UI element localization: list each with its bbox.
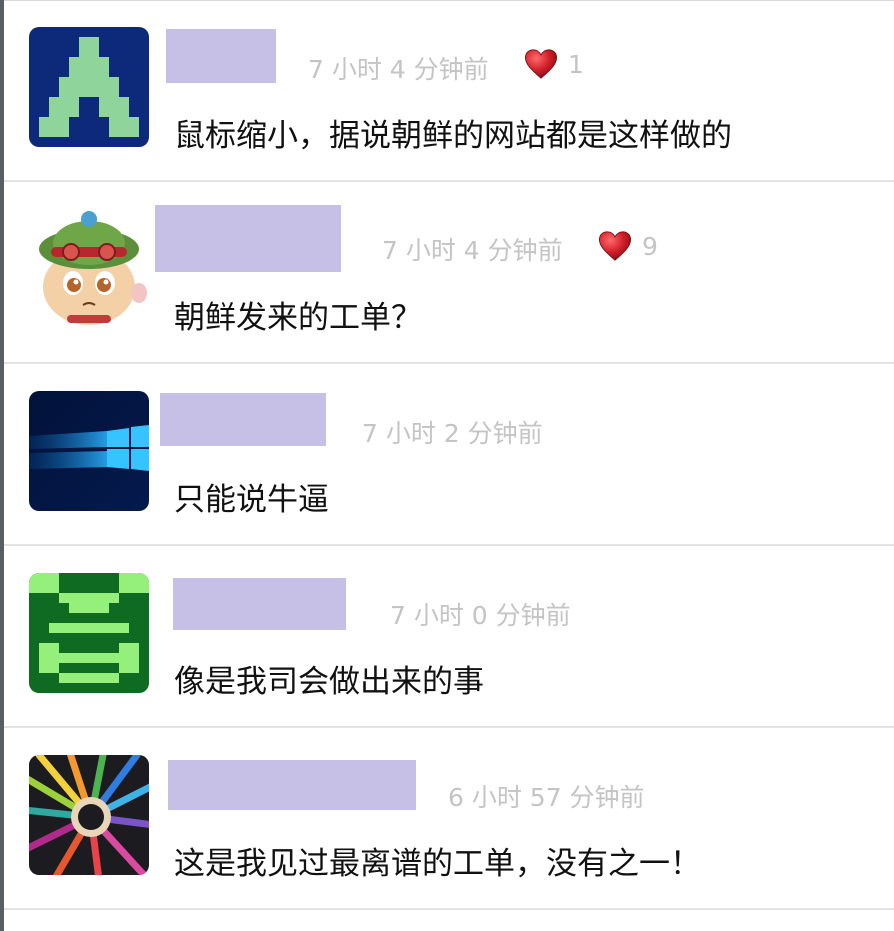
comment-item: 7 小时 4 分钟前 1 鼠标缩小，据说朝鲜的网站都是这样做的 <box>4 0 894 182</box>
like-button[interactable]: 9 <box>598 230 658 262</box>
windows-logo-avatar[interactable] <box>29 391 149 511</box>
comment-item: 7 小时 2 分钟前 只能说牛逼 <box>4 364 894 546</box>
comment-time: 6 小时 57 分钟前 <box>448 783 645 812</box>
cartoon-character-avatar[interactable] <box>29 207 149 327</box>
comment-text: 像是我司会做出来的事 <box>174 664 484 700</box>
heart-icon <box>524 49 558 79</box>
username-redacted[interactable] <box>168 760 416 810</box>
pixel-invader-avatar[interactable] <box>29 27 149 147</box>
comment-text: 只能说牛逼 <box>174 482 329 518</box>
comment-time: 7 小时 2 分钟前 <box>362 419 543 448</box>
username-redacted[interactable] <box>160 393 326 446</box>
comment-item: 6 小时 57 分钟前 这是我见过最离谱的工单，没有之一！ <box>4 728 894 910</box>
pixel-face-avatar[interactable] <box>29 573 149 693</box>
comment-item: 7 小时 0 分钟前 像是我司会做出来的事 <box>4 546 894 728</box>
comment-item: 7 小时 4 分钟前 9 朝鲜发来的工单？ <box>4 182 894 364</box>
like-button[interactable]: 1 <box>524 48 584 80</box>
comment-time: 7 小时 0 分钟前 <box>390 601 571 630</box>
username-redacted[interactable] <box>166 29 276 83</box>
username-redacted[interactable] <box>155 205 341 272</box>
colored-pencils-avatar[interactable] <box>29 755 149 875</box>
like-count: 9 <box>642 231 658 261</box>
comment-list: 7 小时 4 分钟前 1 鼠标缩小，据说朝鲜的网站都是这样做的 7 小时 4 分… <box>0 0 894 931</box>
username-redacted[interactable] <box>173 578 346 630</box>
comment-text: 这是我见过最离谱的工单，没有之一！ <box>174 846 701 882</box>
heart-icon <box>598 231 632 261</box>
like-count: 1 <box>568 49 584 79</box>
comment-text: 鼠标缩小，据说朝鲜的网站都是这样做的 <box>174 118 732 154</box>
comment-text: 朝鲜发来的工单？ <box>174 300 422 336</box>
comment-time: 7 小时 4 分钟前 <box>382 236 563 265</box>
comment-time: 7 小时 4 分钟前 <box>308 55 489 84</box>
